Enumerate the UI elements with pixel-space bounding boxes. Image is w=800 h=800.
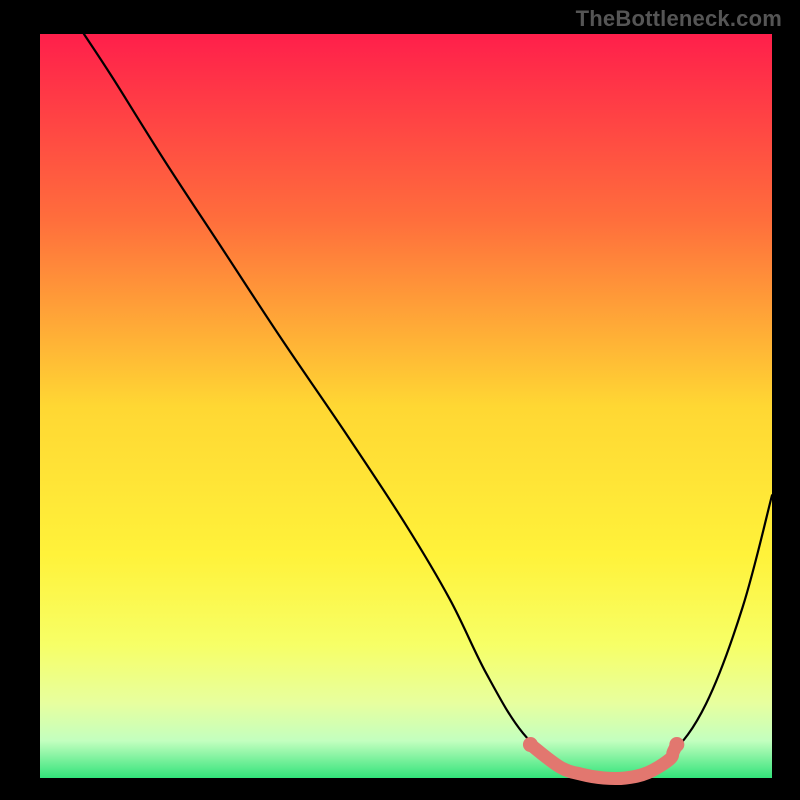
chart-frame: TheBottleneck.com xyxy=(0,0,800,800)
plot-background xyxy=(40,34,772,778)
marker-dot xyxy=(669,737,684,752)
watermark-text: TheBottleneck.com xyxy=(576,6,782,32)
chart-svg xyxy=(0,0,800,800)
marker-dot xyxy=(523,737,538,752)
